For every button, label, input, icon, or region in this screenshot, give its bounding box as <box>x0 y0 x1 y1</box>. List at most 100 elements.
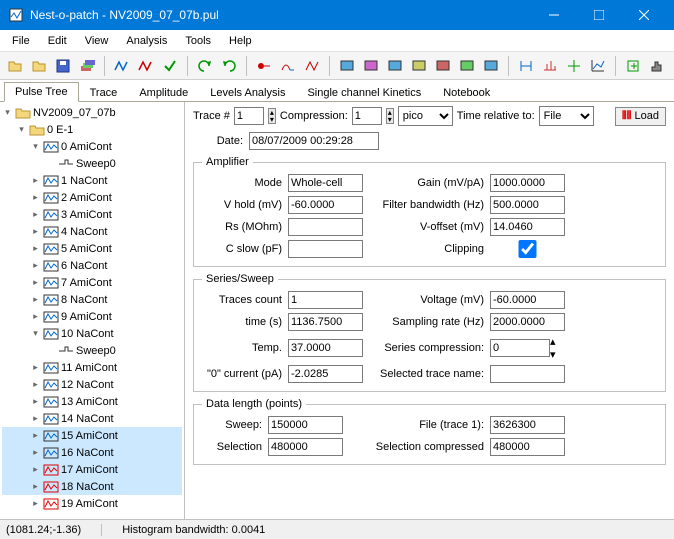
wave-blue-icon[interactable] <box>111 55 133 77</box>
red-tool2-icon[interactable] <box>277 55 299 77</box>
expand-icon[interactable]: ▸ <box>30 481 41 492</box>
expand-icon[interactable]: ▸ <box>30 243 41 254</box>
expand-icon[interactable]: ▾ <box>30 141 41 152</box>
menu-tools[interactable]: Tools <box>177 33 219 49</box>
tree-series-item[interactable]: ▾10 NaCont <box>2 325 182 342</box>
tree-series-item[interactable]: ▸12 NaCont <box>2 376 182 393</box>
cursor3-icon[interactable] <box>563 55 585 77</box>
redo-icon[interactable] <box>218 55 240 77</box>
tree-series-item[interactable]: ▸15 AmiCont <box>2 427 182 444</box>
expand-icon[interactable]: ▸ <box>30 396 41 407</box>
tree-series-item[interactable]: ▸3 AmiCont <box>2 206 182 223</box>
tree-series-item[interactable]: ▸8 NaCont <box>2 291 182 308</box>
collapse-icon[interactable]: ▾ <box>2 107 13 118</box>
compression-spinner[interactable]: ▴▾ <box>386 108 394 124</box>
expand-icon[interactable]: ▸ <box>30 192 41 203</box>
unit-select[interactable]: pico <box>398 106 453 126</box>
traces-count-input[interactable] <box>288 291 363 309</box>
clipping-checkbox[interactable] <box>490 240 565 258</box>
red-tool3-icon[interactable] <box>301 55 323 77</box>
series-comp-input[interactable] <box>490 339 550 357</box>
expand-icon[interactable]: ▸ <box>30 277 41 288</box>
expand-icon[interactable]: ▸ <box>30 498 41 509</box>
stack-icon[interactable] <box>76 55 98 77</box>
expand-icon[interactable]: ▸ <box>30 447 41 458</box>
time-rel-select[interactable]: File <box>539 106 594 126</box>
monitor3-icon[interactable] <box>384 55 406 77</box>
tree-series-item[interactable]: ▸4 NaCont <box>2 223 182 240</box>
time-input[interactable] <box>288 313 363 331</box>
cursor1-icon[interactable] <box>515 55 537 77</box>
export1-icon[interactable] <box>622 55 644 77</box>
tree-series-item[interactable]: ▸9 AmiCont <box>2 308 182 325</box>
tree-root[interactable]: ▾ NV2009_07_07b <box>2 104 182 121</box>
expand-icon[interactable]: ▸ <box>30 413 41 424</box>
tab-single-channel[interactable]: Single channel Kinetics <box>296 83 432 102</box>
tree-series-item[interactable]: ▸13 AmiCont <box>2 393 182 410</box>
rs-input[interactable] <box>288 218 363 236</box>
maximize-button[interactable] <box>576 0 621 30</box>
check-icon[interactable] <box>159 55 181 77</box>
monitor1-icon[interactable] <box>336 55 358 77</box>
tree-sweep-item[interactable]: Sweep0 <box>2 155 182 172</box>
series-comp-spinner[interactable]: ▴▾ <box>550 335 556 361</box>
open2-icon[interactable] <box>28 55 50 77</box>
monitor2-icon[interactable] <box>360 55 382 77</box>
minimize-button[interactable] <box>531 0 576 30</box>
tree-series-item[interactable]: ▸19 AmiCont <box>2 495 182 512</box>
menu-file[interactable]: File <box>4 33 38 49</box>
selcomp-input[interactable] <box>490 438 565 456</box>
monitor6-icon[interactable] <box>456 55 478 77</box>
expand-icon[interactable]: ▸ <box>30 311 41 322</box>
tree-series-item[interactable]: ▸18 NaCont <box>2 478 182 495</box>
expand-icon[interactable]: ▸ <box>30 362 41 373</box>
expand-icon[interactable]: ▸ <box>30 260 41 271</box>
tree-series-item[interactable]: ▸6 NaCont <box>2 257 182 274</box>
tree-sweep-item[interactable]: Sweep0 <box>2 342 182 359</box>
wave-red-icon[interactable] <box>135 55 157 77</box>
tab-pulse-tree[interactable]: Pulse Tree <box>4 82 79 102</box>
expand-icon[interactable]: ▾ <box>30 328 41 339</box>
sampling-input[interactable] <box>490 313 565 331</box>
tree-series-item[interactable]: ▸11 AmiCont <box>2 359 182 376</box>
expand-icon[interactable]: ▸ <box>30 226 41 237</box>
tree-series-item[interactable]: ▸5 AmiCont <box>2 240 182 257</box>
mode-input[interactable] <box>288 174 363 192</box>
voffset-input[interactable] <box>490 218 565 236</box>
menu-analysis[interactable]: Analysis <box>118 33 175 49</box>
tree-series-item[interactable]: ▸7 AmiCont <box>2 274 182 291</box>
date-input[interactable] <box>249 132 379 150</box>
graph-icon[interactable] <box>587 55 609 77</box>
expand-icon[interactable]: ▸ <box>30 379 41 390</box>
menu-edit[interactable]: Edit <box>40 33 75 49</box>
cursor2-icon[interactable] <box>539 55 561 77</box>
monitor4-icon[interactable] <box>408 55 430 77</box>
tree-panel[interactable]: ▾ NV2009_07_07b ▾ 0 E-1 ▾0 AmiContSweep0… <box>0 102 185 519</box>
monitor7-icon[interactable] <box>480 55 502 77</box>
tab-trace[interactable]: Trace <box>79 83 129 102</box>
histogram-icon[interactable] <box>646 55 668 77</box>
tab-notebook[interactable]: Notebook <box>432 83 501 102</box>
load-button[interactable]: ⦀⦀Load <box>615 107 666 126</box>
trace-num-input[interactable] <box>234 107 264 125</box>
vhold-input[interactable] <box>288 196 363 214</box>
tree-series-item[interactable]: ▸17 AmiCont <box>2 461 182 478</box>
close-button[interactable] <box>621 0 666 30</box>
tab-amplitude[interactable]: Amplitude <box>128 83 199 102</box>
tree-series-item[interactable]: ▸2 AmiCont <box>2 189 182 206</box>
expand-icon[interactable]: ▸ <box>30 175 41 186</box>
tree-series-item[interactable]: ▸16 NaCont <box>2 444 182 461</box>
red-tool1-icon[interactable] <box>253 55 275 77</box>
undo-icon[interactable] <box>194 55 216 77</box>
selected-trace-input[interactable] <box>490 365 565 383</box>
expand-icon[interactable]: ▸ <box>30 209 41 220</box>
save-icon[interactable] <box>52 55 74 77</box>
tab-levels[interactable]: Levels Analysis <box>199 83 296 102</box>
expand-icon[interactable]: ▸ <box>30 464 41 475</box>
filter-input[interactable] <box>490 196 565 214</box>
menu-view[interactable]: View <box>77 33 117 49</box>
monitor5-icon[interactable] <box>432 55 454 77</box>
open-icon[interactable] <box>4 55 26 77</box>
gain-input[interactable] <box>490 174 565 192</box>
menu-help[interactable]: Help <box>221 33 260 49</box>
